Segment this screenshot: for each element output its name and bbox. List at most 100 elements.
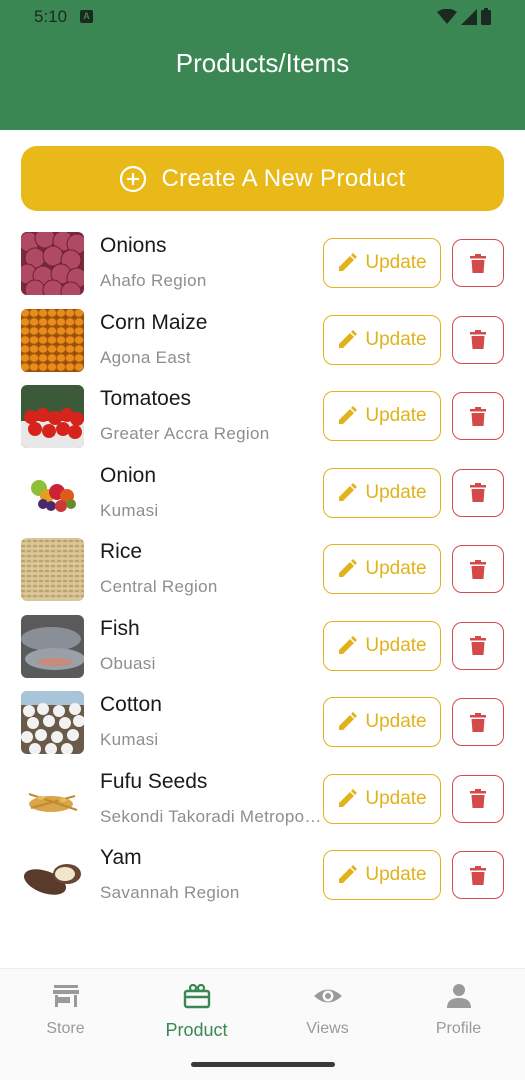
delete-button[interactable] (452, 315, 504, 364)
update-label: Update (365, 558, 427, 579)
delete-button[interactable] (452, 468, 504, 517)
nav-label: Views (306, 1020, 349, 1037)
battery-icon (481, 8, 491, 25)
delete-button[interactable] (452, 851, 504, 899)
trash-icon (470, 330, 486, 349)
update-label: Update (365, 328, 427, 350)
product-thumbnail (21, 844, 84, 907)
page-title: Products/Items (175, 48, 350, 78)
product-location: Kumasi (100, 500, 159, 520)
update-label: Update (365, 711, 427, 732)
edit-icon (339, 865, 358, 883)
product-name: Onion (100, 463, 157, 487)
status-time: 5:10 (34, 7, 68, 26)
edit-icon (339, 482, 358, 501)
product-thumbnail (21, 614, 84, 678)
trash-icon (470, 712, 486, 732)
update-label: Update (365, 481, 427, 503)
delete-button[interactable] (452, 774, 504, 823)
notification-badge-icon: A (80, 10, 93, 23)
product-location: Greater Accra Region (100, 424, 270, 443)
home-indicator (191, 1062, 335, 1067)
product-location: Obuasi (100, 653, 156, 673)
trash-icon (470, 865, 486, 885)
product-thumbnail (21, 308, 84, 372)
update-button[interactable]: Update (323, 850, 441, 900)
product-name: Corn Maize (100, 310, 208, 334)
update-button[interactable]: Update (323, 238, 441, 288)
product-row[interactable]: Corn Maize Agona East Update (0, 303, 525, 379)
status-icons (437, 8, 491, 25)
update-label: Update (365, 405, 427, 426)
update-label: Update (365, 634, 427, 656)
person-icon (446, 984, 471, 1008)
edit-icon (339, 253, 358, 271)
product-location: Sekondi Takoradi Metropolitan (100, 806, 324, 826)
product-thumbnail (21, 232, 84, 295)
product-row[interactable]: Tomatoes Greater Accra Region Update (0, 379, 525, 455)
wifi-icon (437, 8, 457, 24)
delete-button[interactable] (452, 392, 504, 440)
update-label: Update (365, 787, 427, 809)
product-name: Cotton (100, 693, 162, 716)
trash-icon (470, 483, 486, 502)
update-label: Update (365, 864, 427, 885)
product-row[interactable]: Yam Savannah Region Update (0, 838, 525, 914)
update-button[interactable]: Update (323, 773, 441, 824)
trash-icon (470, 789, 486, 808)
nav-item-views[interactable]: Views (262, 983, 393, 1038)
product-icon (183, 983, 210, 1009)
create-product-label: Create A New Product (161, 164, 406, 192)
product-thumbnail (21, 538, 84, 601)
product-name: Fish (100, 616, 140, 640)
product-thumbnail (21, 691, 84, 754)
product-location: Agona East (100, 347, 191, 367)
update-label: Update (365, 252, 427, 273)
update-button[interactable]: Update (323, 620, 441, 671)
add-circle-icon (120, 165, 147, 192)
signal-icon (461, 8, 477, 25)
edit-icon (339, 788, 358, 807)
trash-icon (470, 559, 486, 579)
trash-icon (470, 636, 486, 655)
delete-button[interactable] (452, 239, 504, 287)
nav-item-store[interactable]: Store (0, 983, 131, 1038)
update-button[interactable]: Update (323, 391, 441, 441)
eye-icon (313, 989, 342, 1003)
delete-button[interactable] (452, 545, 504, 593)
delete-button[interactable] (452, 698, 504, 746)
product-row[interactable]: Onions Ahafo Region Update (0, 226, 525, 302)
product-location: Savannah Region (100, 883, 240, 902)
product-name: Onions (100, 234, 167, 257)
product-name: Fufu Seeds (100, 769, 208, 793)
product-location: Ahafo Region (100, 271, 207, 290)
nav-item-product[interactable]: Product (131, 983, 262, 1041)
store-icon (52, 985, 79, 1007)
update-button[interactable]: Update (323, 314, 441, 365)
delete-button[interactable] (452, 621, 504, 670)
product-thumbnail (21, 767, 84, 831)
nav-item-profile[interactable]: Profile (393, 983, 524, 1038)
edit-icon (339, 559, 358, 577)
update-button[interactable]: Update (323, 544, 441, 594)
product-location: Central Region (100, 577, 218, 596)
product-location: Kumasi (100, 730, 159, 749)
edit-icon (339, 406, 358, 424)
product-name: Rice (100, 540, 143, 563)
update-button[interactable]: Update (323, 467, 441, 518)
product-row[interactable]: Cotton Kumasi Update (0, 685, 525, 761)
edit-icon (339, 712, 358, 730)
trash-icon (470, 253, 486, 273)
edit-icon (339, 635, 358, 654)
product-row[interactable]: Rice Central Region Update (0, 532, 525, 608)
nav-label: Store (46, 1020, 85, 1037)
update-button[interactable]: Update (323, 697, 441, 747)
trash-icon (470, 406, 486, 426)
product-name: Yam (100, 846, 142, 869)
status-bar: 5:10 A (0, 0, 525, 34)
create-product-button[interactable]: Create A New Product (21, 146, 504, 211)
product-row[interactable]: Fish Obuasi Update (0, 609, 525, 685)
product-row[interactable]: Fufu Seeds Sekondi Takoradi Metropolitan U… (0, 762, 525, 838)
product-row[interactable]: Onion Kumasi Update (0, 456, 525, 532)
product-thumbnail (21, 461, 84, 525)
